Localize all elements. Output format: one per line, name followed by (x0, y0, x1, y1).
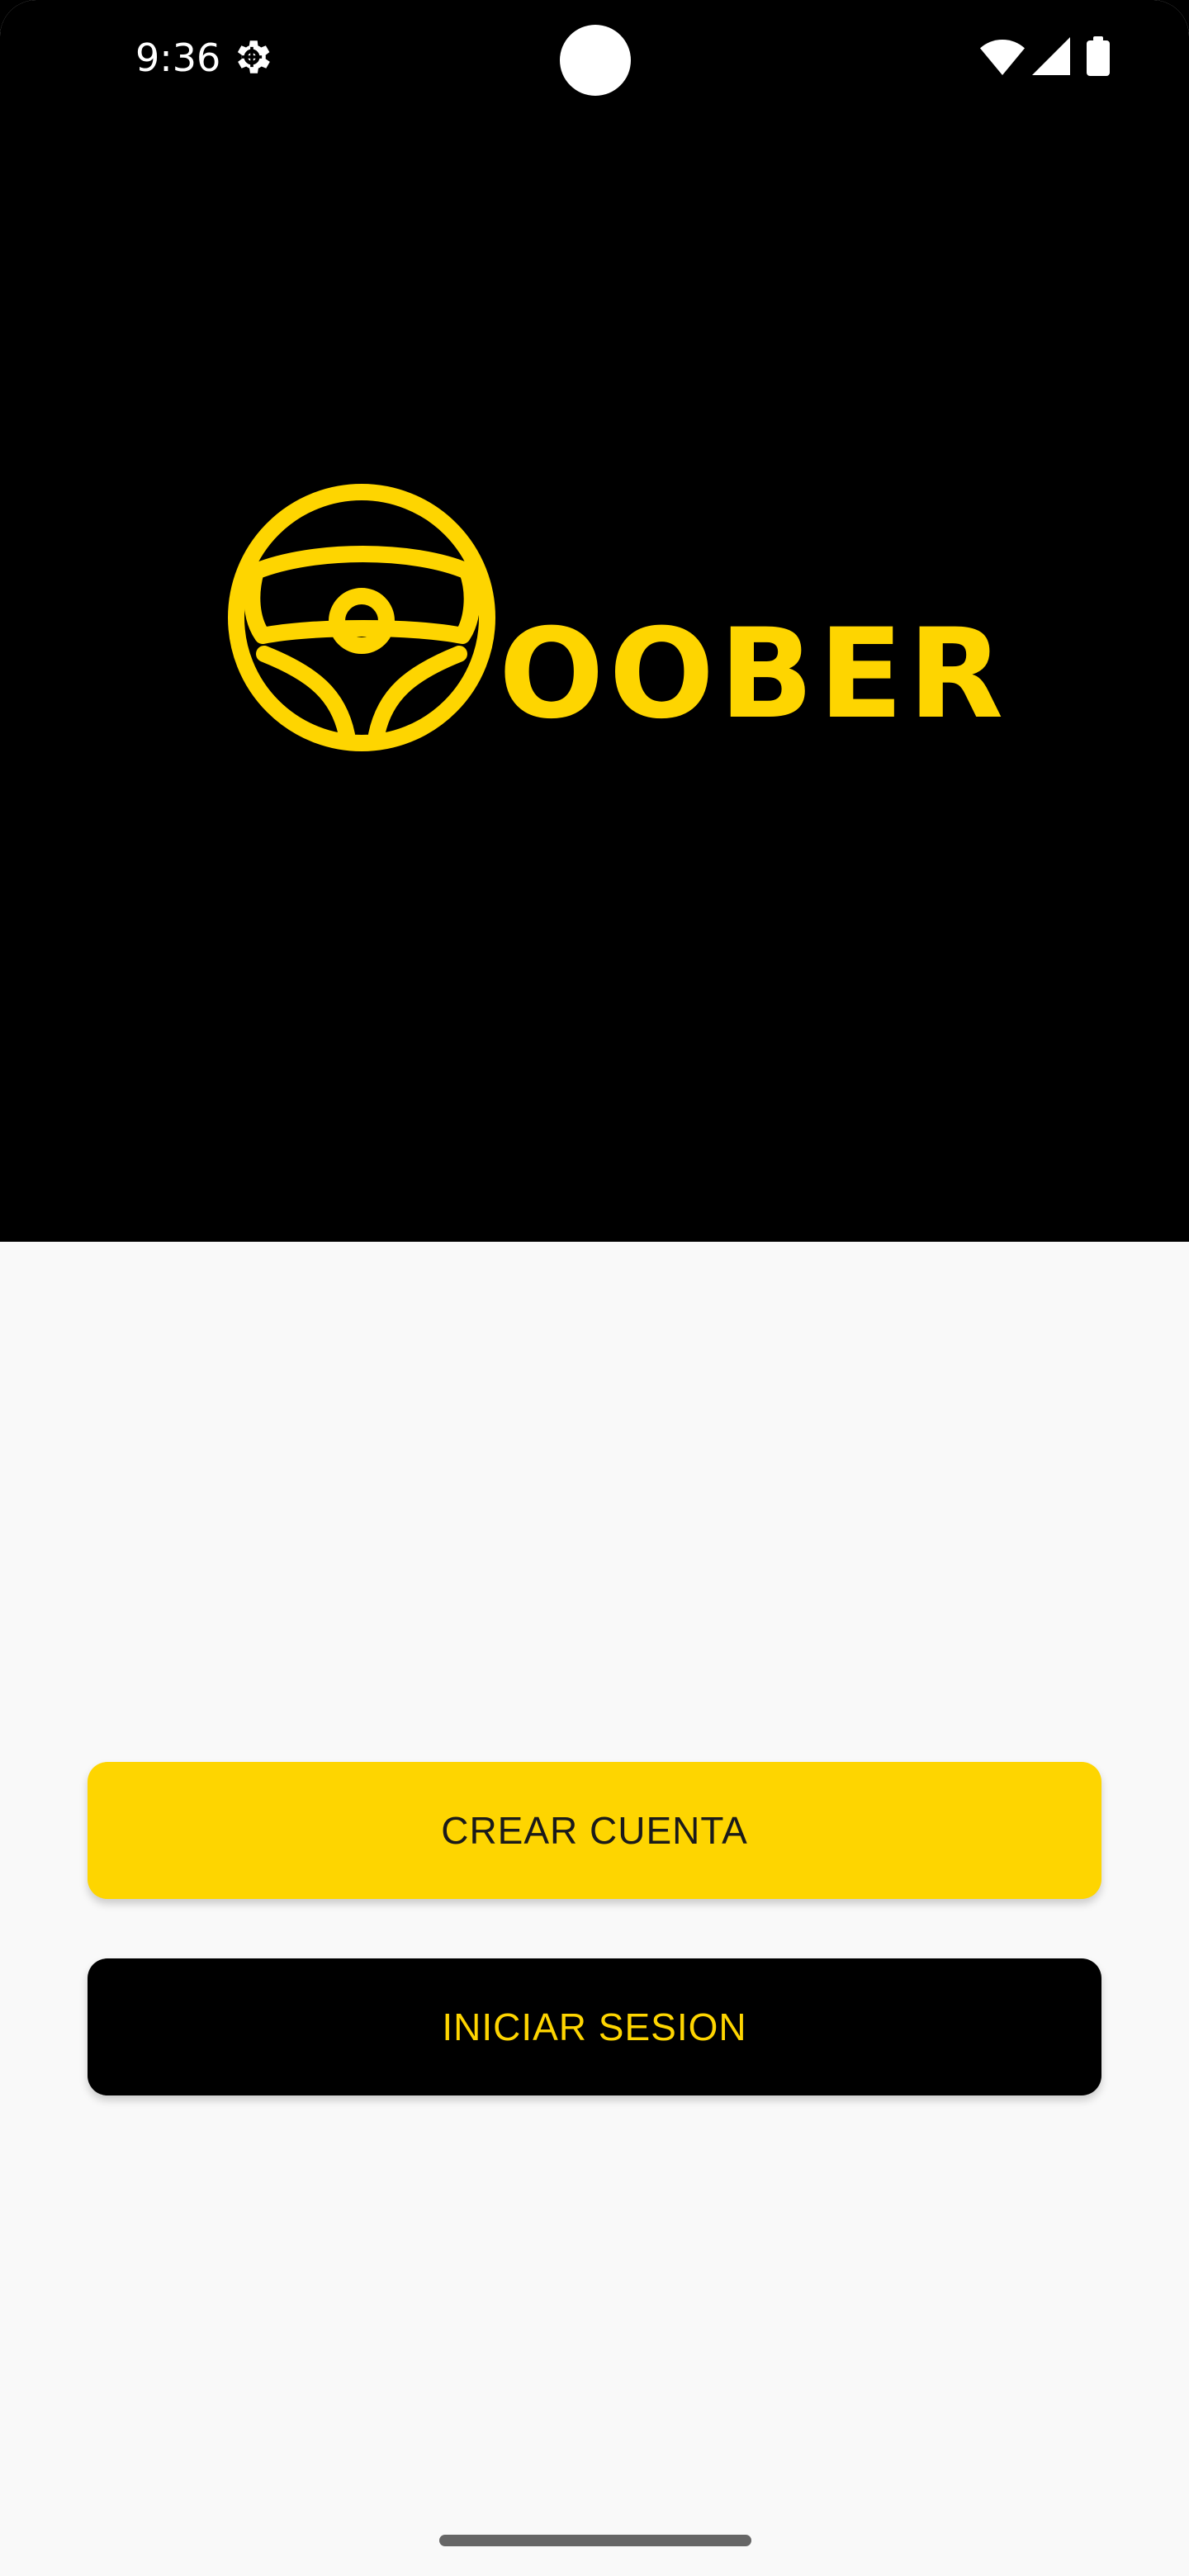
signal-icon (1032, 37, 1070, 75)
battery-icon (1087, 36, 1110, 76)
settings-icon (237, 40, 270, 73)
create-account-button[interactable]: CREAR CUENTA (88, 1762, 1101, 1899)
app-logo: OOBER (223, 479, 1003, 768)
steering-wheel-icon (228, 484, 495, 751)
logo-wordmark: OOBER (499, 603, 1009, 746)
status-time: 9:36 (135, 36, 221, 80)
app-screen: 9:36 OOBER CREAR CUENTA INICIAR SESION (0, 0, 1189, 2576)
login-button[interactable]: INICIAR SESION (88, 1958, 1101, 2095)
gesture-navigation-bar[interactable] (439, 2535, 751, 2546)
wifi-icon (980, 40, 1025, 75)
camera-cutout (560, 25, 631, 96)
status-bar: 9:36 (0, 0, 1189, 116)
hero-banner: 9:36 OOBER (0, 0, 1189, 1242)
